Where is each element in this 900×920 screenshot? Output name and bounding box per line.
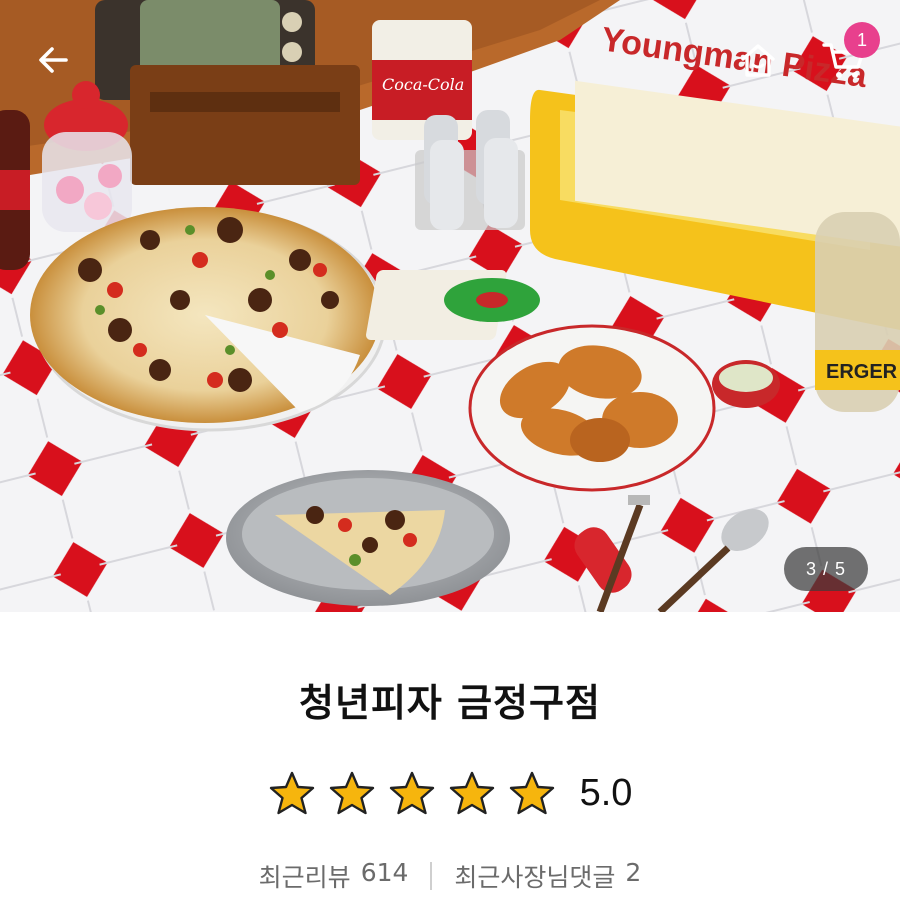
star-icon: [388, 770, 436, 816]
recent-reviews[interactable]: 최근리뷰 614: [259, 858, 409, 894]
svg-text:Coca-Cola: Coca-Cola: [382, 75, 464, 94]
photo-counter: 3 / 5: [784, 547, 868, 591]
back-button[interactable]: [22, 28, 86, 92]
star-icon: [448, 770, 496, 816]
owner-replies-label: 최근사장님댓글: [454, 863, 616, 892]
cart-button[interactable]: 1: [812, 22, 880, 92]
recent-reviews-label: 최근리뷰: [258, 863, 351, 892]
owner-replies-count: 2: [625, 858, 642, 887]
rating-row: 5.0: [0, 770, 900, 816]
store-photo-gallery[interactable]: Coca-Cola Youngman Pizza ERGER 1 3 / 5: [0, 0, 900, 612]
star-icon: [268, 770, 316, 816]
rating-stars: [268, 770, 556, 816]
divider: [430, 862, 433, 890]
star-icon: [508, 770, 556, 816]
owner-replies[interactable]: 최근사장님댓글 2: [454, 858, 641, 894]
home-button[interactable]: [726, 28, 790, 92]
star-icon: [328, 770, 376, 816]
review-meta: 최근리뷰 614 최근사장님댓글 2: [0, 858, 900, 894]
home-icon: [741, 44, 775, 77]
svg-text:ERGER: ERGER: [826, 361, 898, 383]
store-name: 청년피자 금정구점: [299, 681, 601, 725]
arrow-left-icon: [39, 47, 68, 73]
recent-reviews-count: 614: [360, 858, 409, 887]
rating-value: 5.0: [579, 771, 633, 814]
cart-count-badge: 1: [844, 22, 880, 58]
